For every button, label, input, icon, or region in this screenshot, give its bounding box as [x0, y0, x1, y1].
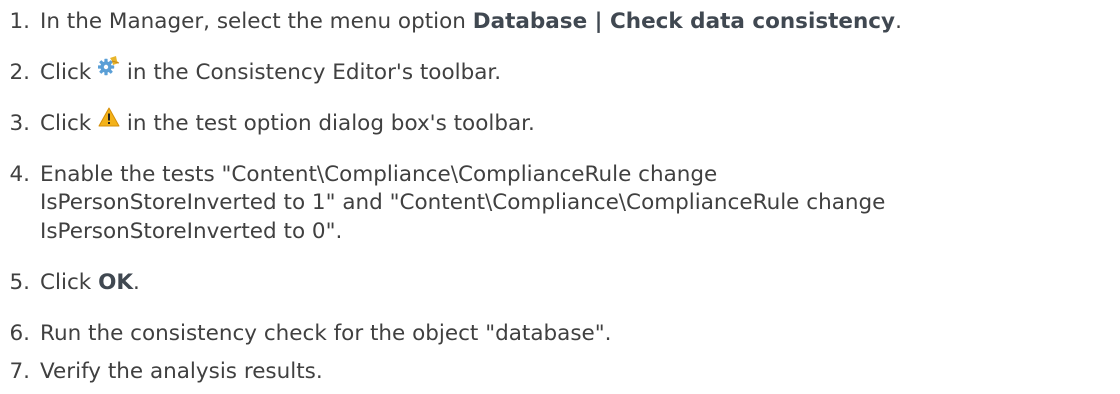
step-number: 3.	[9, 111, 30, 136]
step-text: Click in the test option dialog box's to…	[40, 106, 535, 139]
step-text: Run the consistency check for the object…	[40, 321, 612, 346]
ok-label: OK	[98, 270, 134, 295]
step-text: Verify the analysis results.	[40, 359, 323, 384]
step-text-pre: Click	[40, 111, 99, 136]
menu-path: Database | Check data consistency	[472, 9, 896, 34]
instruction-list: 1. In the Manager, select the menu optio…	[0, 0, 1120, 394]
step-text-pre: In the Manager, select the menu option	[40, 9, 473, 34]
step-number: 7.	[9, 359, 30, 384]
warning-icon	[98, 106, 120, 136]
step-text-pre: Click	[40, 270, 99, 295]
step-text: Click OK.	[40, 268, 140, 298]
step-number: 5.	[9, 270, 30, 295]
step-number: 2.	[9, 60, 30, 85]
step-number: 1.	[9, 9, 30, 34]
step-text-line-1: Enable the tests "Content\Compliance\Com…	[40, 162, 718, 187]
gear-settings-icon	[97, 55, 120, 85]
step-text-line-2: IsPersonStoreInverted to 1" and "Content…	[40, 190, 886, 215]
step-text-post: in the test option dialog box's toolbar.	[120, 111, 535, 136]
step-text-line-3: IsPersonStoreInverted to 0".	[40, 219, 343, 244]
step-text-pre: Click	[40, 60, 99, 85]
step-number: 4.	[9, 162, 30, 187]
step-number: 6.	[9, 321, 30, 346]
step-text: Click in the Consistency Editor's toolba…	[40, 55, 502, 88]
step-text: In the Manager, select the menu option D…	[40, 7, 902, 37]
step-text-post: in the Consistency Editor's toolbar.	[120, 60, 502, 85]
step-text-post: .	[133, 270, 140, 295]
step-text-post: .	[895, 9, 902, 34]
